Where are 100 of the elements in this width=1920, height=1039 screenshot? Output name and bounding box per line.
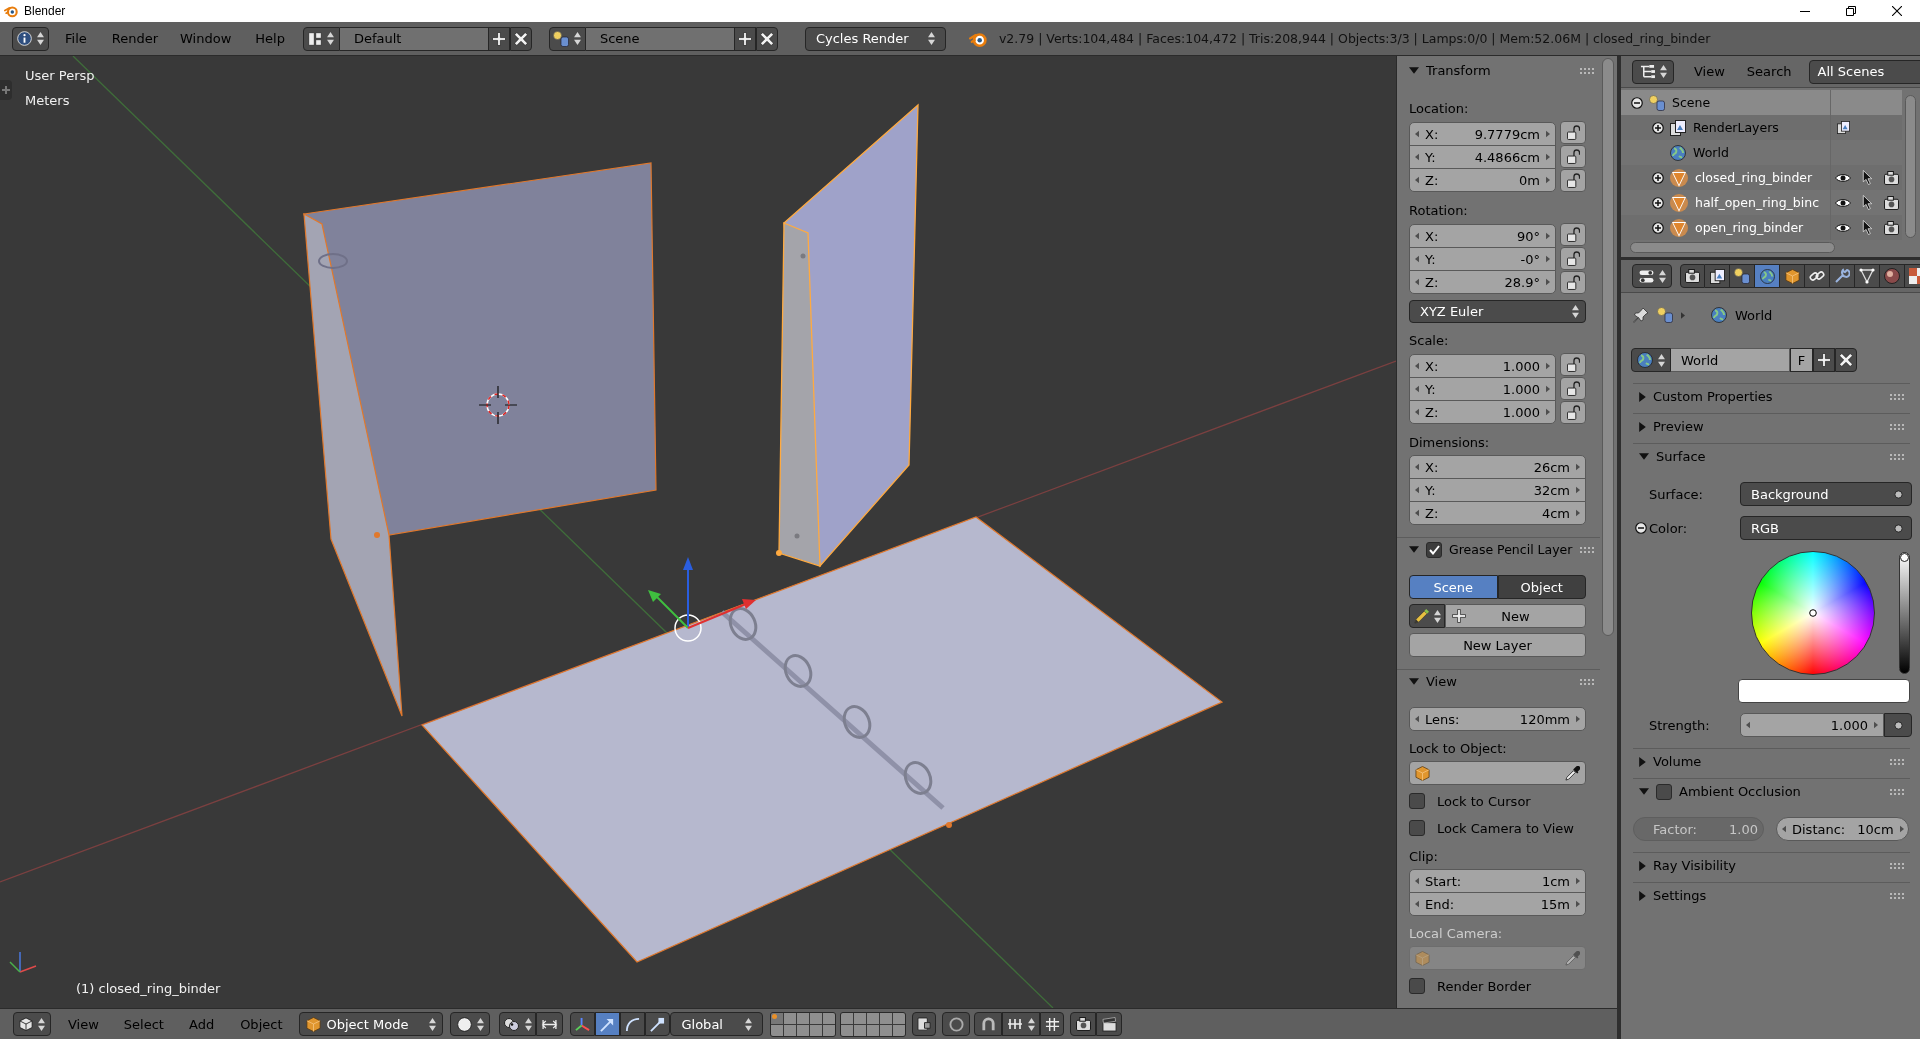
push-button[interactable]: New Layer — [1409, 633, 1586, 657]
panel-title[interactable]: Surface — [1656, 449, 1883, 464]
lock-toggle[interactable] — [1560, 401, 1586, 424]
camera-icon[interactable] — [1883, 220, 1899, 235]
scrollbar-thumb[interactable] — [1602, 58, 1614, 636]
disclosure-triangle-icon[interactable] — [1409, 67, 1419, 74]
toolshelf-toggle[interactable] — [0, 80, 12, 100]
checkbox[interactable] — [1409, 793, 1425, 809]
layer-toggle[interactable] — [797, 1012, 810, 1024]
lock-toggle[interactable] — [1560, 169, 1586, 192]
render-engine-dropdown[interactable]: Cycles Render — [804, 26, 946, 51]
display-mode-dropdown[interactable]: All Scenes — [1808, 59, 1920, 84]
plus-circle-icon[interactable] — [1652, 121, 1664, 134]
segment-tab[interactable]: Object — [1497, 575, 1586, 599]
checkbox-label[interactable]: Render Border — [1437, 978, 1531, 994]
disclosure-triangle-icon[interactable] — [1639, 453, 1649, 460]
layer-toggle[interactable] — [810, 1024, 823, 1036]
editor-type-button[interactable] — [13, 1012, 51, 1036]
snap-element-dropdown[interactable] — [1002, 1012, 1041, 1036]
lock-toggle[interactable] — [1560, 145, 1586, 168]
outliner-row[interactable]: RenderLayers — [1621, 115, 1902, 140]
remove-button[interactable] — [509, 26, 532, 51]
number-field[interactable]: Start: 1cm — [1409, 869, 1586, 893]
manipulator-button[interactable] — [645, 1012, 671, 1036]
properties-tab[interactable] — [1705, 264, 1730, 288]
number-field[interactable]: Z: 0m — [1409, 168, 1556, 192]
pointer-icon[interactable] — [1861, 220, 1873, 235]
disclosure-triangle-icon[interactable] — [1639, 788, 1649, 795]
number-field[interactable]: X: 26cm — [1409, 455, 1586, 479]
disclosure-triangle-icon[interactable] — [1639, 890, 1646, 901]
menu-item[interactable]: View — [68, 1016, 99, 1032]
layer-toggle[interactable] — [841, 1024, 854, 1036]
number-field[interactable]: 1.000 — [1740, 713, 1884, 737]
checkbox[interactable] — [1409, 820, 1425, 836]
manipulator-button[interactable] — [620, 1012, 646, 1036]
scene-name-field[interactable]: Scene — [585, 26, 734, 51]
lock-toggle[interactable] — [1560, 247, 1586, 270]
properties-tab[interactable] — [1780, 264, 1805, 288]
number-field[interactable]: Z: 4cm — [1409, 501, 1586, 525]
number-field[interactable]: Y: 1.000 — [1409, 377, 1556, 401]
menu-item[interactable]: Help — [255, 31, 285, 46]
outliner-item-label[interactable]: closed_ring_binder — [1695, 170, 1813, 185]
add-button[interactable] — [1813, 348, 1835, 372]
lock-toggle[interactable] — [1560, 223, 1586, 246]
disclosure-triangle-icon[interactable] — [1409, 546, 1419, 553]
panel-title[interactable]: Ambient Occlusion — [1679, 784, 1883, 799]
dropdown[interactable]: Background — [1740, 482, 1912, 506]
layer-toggle[interactable] — [771, 1012, 784, 1024]
unlink-button[interactable] — [1835, 348, 1857, 372]
pointer-icon[interactable] — [1861, 170, 1873, 185]
menu-item[interactable]: Select — [123, 1016, 164, 1032]
number-field[interactable]: X: 1.000 — [1409, 354, 1556, 378]
proportional-edit-button[interactable] — [942, 1012, 971, 1036]
manipulator-button[interactable] — [595, 1012, 621, 1036]
segment-tab[interactable]: Scene — [1409, 575, 1498, 599]
properties-tab[interactable] — [1730, 264, 1755, 288]
snap-target-button[interactable] — [1040, 1012, 1065, 1036]
layer-toggle[interactable] — [797, 1024, 810, 1036]
number-field[interactable]: Y: 4.4866cm — [1409, 145, 1556, 169]
disclosure-triangle-icon[interactable] — [1409, 678, 1419, 685]
scene-button[interactable] — [548, 26, 586, 51]
world-browse-button[interactable] — [1631, 348, 1671, 372]
plus-circle-icon[interactable] — [1652, 171, 1664, 184]
number-field[interactable]: Y: 32cm — [1409, 478, 1586, 502]
pivot-dropdown[interactable] — [499, 1012, 537, 1036]
minus-circle-icon[interactable] — [1631, 96, 1643, 109]
layer-toggle[interactable] — [784, 1024, 797, 1036]
checkbox[interactable] — [1426, 541, 1442, 558]
world-name-field[interactable]: World — [1671, 348, 1790, 372]
socket-button[interactable] — [1884, 713, 1912, 737]
checkbox[interactable] — [1656, 783, 1672, 800]
fake-user-button[interactable]: F — [1790, 348, 1813, 372]
number-field[interactable]: X: 90° — [1409, 224, 1556, 248]
panel-title[interactable]: Transform — [1426, 63, 1573, 78]
minus-circle-icon[interactable] — [1635, 522, 1647, 534]
screen-layout-button[interactable] — [302, 26, 340, 51]
properties-tab[interactable] — [1755, 264, 1780, 288]
outliner-row[interactable]: open_ring_binder — [1621, 215, 1902, 240]
layer-toggle[interactable] — [854, 1012, 867, 1024]
panel-title[interactable]: Volume — [1653, 754, 1883, 769]
outliner-item-label[interactable]: Scene — [1672, 95, 1711, 110]
menu-item[interactable]: Object — [240, 1016, 283, 1032]
snap-toggle[interactable] — [974, 1012, 1003, 1036]
shading-dropdown[interactable] — [450, 1012, 491, 1036]
editor-type-button[interactable] — [1632, 264, 1672, 288]
screen-layout-field[interactable]: Default — [339, 26, 488, 51]
disclosure-triangle-icon[interactable] — [1639, 421, 1646, 432]
editor-type-button[interactable] — [1632, 59, 1674, 84]
plus-circle-icon[interactable] — [1652, 221, 1664, 234]
axes-toggle[interactable] — [570, 1012, 596, 1036]
number-field[interactable]: Z: 1.000 — [1409, 400, 1556, 424]
number-field[interactable]: End: 15m — [1409, 892, 1586, 916]
pointer-icon[interactable] — [1861, 195, 1873, 210]
lock-toggle[interactable] — [1560, 353, 1586, 376]
outliner-row[interactable]: closed_ring_binder — [1621, 165, 1902, 190]
outliner-item-label[interactable]: open_ring_binder — [1695, 220, 1804, 235]
number-field[interactable]: Z: 28.9° — [1409, 270, 1556, 294]
number-field[interactable]: Y: -0° — [1409, 247, 1556, 271]
menu-item[interactable]: Render — [111, 31, 159, 46]
lock-toggle[interactable] — [1560, 377, 1586, 400]
